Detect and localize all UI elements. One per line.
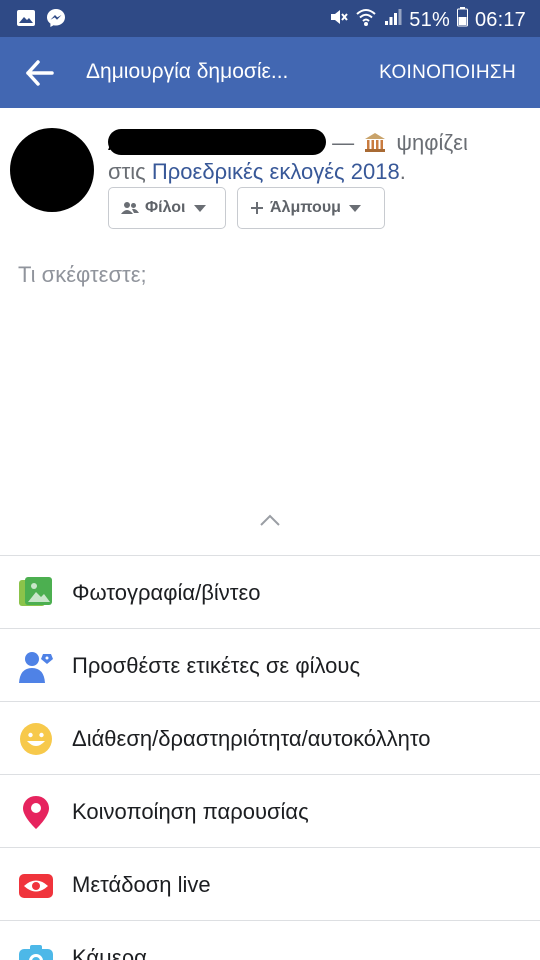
option-label: Κάμερα bbox=[72, 945, 147, 960]
author-activity-line: A — ψηφίζει στις Προεδρικές εκλογές 2018… bbox=[108, 128, 528, 186]
activity-prep: στις bbox=[108, 159, 146, 184]
option-label: Κοινοποίηση παρουσίας bbox=[72, 799, 309, 824]
signal-icon bbox=[384, 8, 402, 32]
status-bar: 51% 06:17 bbox=[0, 0, 540, 37]
option-tag-friends[interactable]: Προσθέστε ετικέτες σε φίλους bbox=[0, 628, 540, 701]
activity-verb: ψηφίζει bbox=[396, 130, 468, 155]
avatar[interactable] bbox=[10, 128, 94, 212]
status-notifications bbox=[16, 8, 66, 33]
album-label: Άλμπουμ bbox=[270, 199, 341, 216]
option-label: Διάθεση/δραστηριότητα/αυτοκόλλητο bbox=[72, 726, 431, 751]
option-check-in[interactable]: Κοινοποίηση παρουσίας bbox=[0, 774, 540, 847]
option-feeling-activity[interactable]: Διάθεση/δραστηριότητα/αυτοκόλλητο bbox=[0, 701, 540, 774]
check-in-pin-icon bbox=[18, 794, 54, 830]
election-link[interactable]: Προεδρικές εκλογές 2018 bbox=[152, 159, 400, 184]
post-text-input[interactable]: Τι σκέφτεστε; bbox=[18, 262, 147, 288]
back-button[interactable] bbox=[24, 57, 60, 89]
app-bar: Δημιουργία δημοσίε... ΚΟΙΝΟΠΟΙΗΣΗ bbox=[0, 37, 540, 108]
tag-friends-icon bbox=[18, 648, 54, 684]
wifi-icon bbox=[355, 7, 377, 33]
gallery-notification-icon bbox=[16, 9, 36, 32]
album-selector[interactable]: Άλμπουμ bbox=[237, 187, 385, 229]
audience-selector[interactable]: Φίλοι bbox=[108, 187, 226, 229]
activity-dash: — bbox=[332, 130, 355, 155]
friends-icon bbox=[121, 201, 139, 215]
option-label: Φωτογραφία/βίντεο bbox=[72, 580, 261, 605]
activity-end: . bbox=[399, 159, 406, 184]
live-video-icon bbox=[18, 867, 54, 903]
chevron-down-icon bbox=[348, 204, 361, 212]
option-camera[interactable]: Κάμερα bbox=[0, 920, 540, 960]
author-name[interactable]: A bbox=[108, 128, 326, 157]
plus-icon bbox=[250, 201, 264, 215]
chevron-down-icon bbox=[193, 204, 206, 212]
option-label: Προσθέστε ετικέτες σε φίλους bbox=[72, 653, 361, 678]
composer-options-list: Φωτογραφία/βίντεο Προσθέστε ετικέτες σε … bbox=[0, 555, 540, 960]
option-label: Μετάδοση live bbox=[72, 872, 211, 897]
ballot-building-icon bbox=[364, 131, 386, 153]
messenger-icon bbox=[46, 8, 66, 33]
camera-icon bbox=[18, 940, 54, 960]
photo-video-icon bbox=[18, 575, 54, 611]
battery-percentage: 51% bbox=[409, 8, 450, 31]
back-arrow-icon bbox=[24, 60, 60, 93]
battery-icon bbox=[456, 7, 468, 33]
status-indicators: 51% 06:17 bbox=[328, 7, 526, 33]
redacted-name-block bbox=[108, 129, 326, 155]
option-photo-video[interactable]: Φωτογραφία/βίντεο bbox=[0, 555, 540, 628]
feeling-smiley-icon bbox=[18, 721, 54, 757]
page-title: Δημιουργία δημοσίε... bbox=[86, 60, 289, 83]
option-live-video[interactable]: Μετάδοση live bbox=[0, 847, 540, 920]
audience-label: Φίλοι bbox=[145, 199, 186, 216]
clock: 06:17 bbox=[474, 8, 526, 31]
share-button[interactable]: ΚΟΙΝΟΠΟΙΗΣΗ bbox=[379, 62, 516, 84]
mute-icon bbox=[328, 7, 349, 33]
chevron-up-icon[interactable] bbox=[258, 512, 282, 528]
